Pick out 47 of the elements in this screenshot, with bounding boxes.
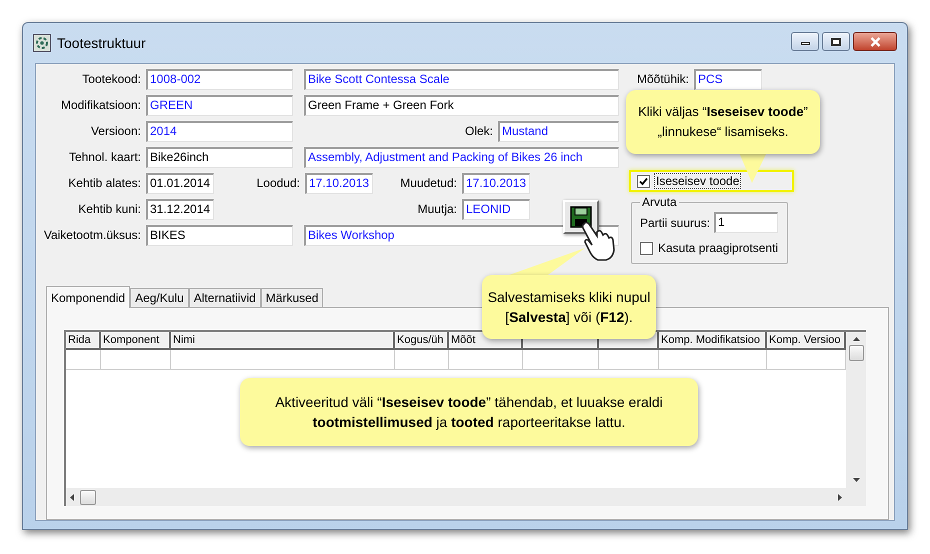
column-header[interactable]: Rida (68, 333, 91, 348)
text-field[interactable]: BIKES (146, 224, 293, 246)
field-label: Versioon: (90, 123, 142, 140)
text-field[interactable]: 1 (714, 212, 778, 233)
text-field[interactable]: Assembly, Adjustment and Packing of Bikes 26 inch (304, 146, 619, 168)
tab[interactable]: Alternatiivid (188, 288, 261, 308)
column-header[interactable]: Komponent (103, 333, 160, 348)
text-field[interactable]: 2014 (146, 120, 293, 142)
tip-callout: Aktiveeritud väli “Iseseisev toode” tähendab, et luuakse eraldi tootmistellimused ja tooted raporteeritakse lattu. (240, 378, 698, 446)
column-header[interactable]: Nimi (173, 333, 195, 348)
text-field[interactable]: GREEN (146, 94, 293, 116)
text-field[interactable]: Green Frame + Green Fork (304, 94, 619, 116)
text-field[interactable]: LEONID (462, 198, 530, 220)
field-label: Kehtib kuni: (77, 201, 142, 218)
field-label: Mõõtühik: (636, 71, 690, 88)
field-label: Loodud: (256, 175, 301, 192)
tip-callout: Kliki väljas “Iseseisev toode” „linnukese“ lisamiseks. (626, 90, 820, 154)
text-field[interactable]: 01.01.2014 (146, 172, 214, 194)
group-title: Arvuta (640, 195, 679, 209)
column-header[interactable]: Komp. Modifikatsioo (661, 333, 760, 348)
text-field[interactable]: 17.10.2013 (462, 172, 530, 194)
tab[interactable]: Märkused (260, 288, 324, 308)
field-label: Muudetud: (399, 175, 458, 192)
column-header[interactable]: Kogus/üh (397, 333, 444, 348)
field-label: Muutja: (416, 201, 458, 218)
text-field[interactable]: 1008-002 (146, 68, 293, 90)
checkbox-label: Kasuta praagiprotsenti (658, 240, 778, 257)
text-field[interactable]: 31.12.2014 (146, 198, 214, 220)
field-label: Partii suurus: (640, 214, 710, 232)
field-label: Tehnol. kaart: (68, 149, 142, 166)
field-label: Tootekood: (81, 71, 142, 88)
text-field[interactable]: Mustand (498, 120, 619, 142)
text-field[interactable]: Bike26inch (146, 146, 293, 168)
field-label: Olek: (464, 123, 494, 140)
field-label: Modifikatsioon: (60, 97, 142, 114)
column-header[interactable]: Komp. Versioo (769, 333, 841, 348)
text-field[interactable]: Bikes Workshop (304, 224, 619, 246)
text-field[interactable]: Bike Scott Contessa Scale (304, 68, 619, 90)
text-field[interactable]: 17.10.2013 (305, 172, 373, 194)
column-header[interactable]: Mõõt (451, 333, 476, 348)
checkbox-label: Iseseisev toode (654, 173, 742, 189)
field-label: Vaiketootm.üksus: (42, 227, 142, 244)
tab[interactable]: Aeg/Kulu (130, 288, 189, 308)
window-title: Tootestruktuur (57, 34, 146, 52)
tab[interactable]: Komponendid (46, 286, 130, 308)
field-label: Kehtib alates: (67, 175, 142, 192)
text-field[interactable]: PCS (694, 68, 762, 90)
